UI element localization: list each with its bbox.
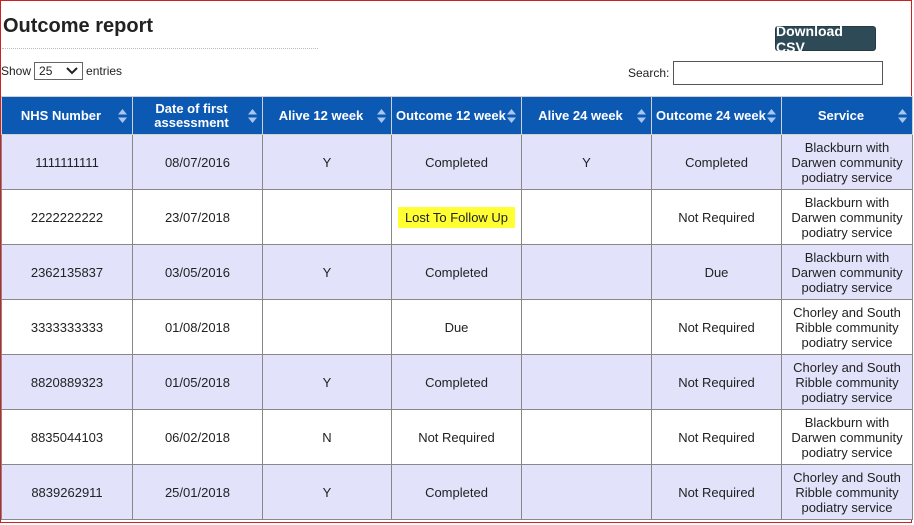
column-header-label: Alive 24 week	[538, 107, 623, 123]
cell-date: 08/07/2016	[132, 134, 263, 190]
sort-both-icon	[507, 108, 516, 123]
cell-outcome-24: Not Required	[651, 409, 782, 465]
download-csv-button[interactable]: Download CSV	[775, 23, 876, 55]
cell-alive-12: N	[262, 409, 392, 465]
column-header-alive-12-week[interactable]: Alive 12 week	[262, 96, 392, 135]
cell-alive-24	[521, 244, 652, 300]
table-row: 8820889323 01/05/2018 Y Completed Not Re…	[1, 354, 913, 410]
table-header-row: NHS Number Date of first assessment Aliv…	[1, 96, 913, 135]
cell-outcome-24: Due	[651, 244, 782, 300]
cell-date: 25/01/2018	[132, 464, 263, 520]
cell-nhs-number: 8835044103	[1, 409, 133, 465]
cell-service: Chorley and South Ribble community podia…	[781, 464, 913, 520]
column-header-label: Outcome 24 week	[656, 107, 766, 123]
page-title: Outcome report	[3, 15, 154, 37]
cell-service: Chorley and South Ribble community podia…	[781, 354, 913, 410]
cell-date: 01/05/2018	[132, 354, 263, 410]
cell-outcome-12: Completed	[391, 354, 522, 410]
column-header-nhs-number[interactable]: NHS Number	[1, 96, 133, 135]
entries-label: entries	[86, 64, 123, 78]
title-divider	[2, 48, 318, 49]
cell-outcome-12: Completed	[391, 134, 522, 190]
cell-outcome-24: Not Required	[651, 189, 782, 245]
column-header-label: Alive 12 week	[278, 107, 364, 123]
search-input[interactable]	[673, 61, 884, 85]
cell-outcome-12: Completed	[391, 464, 522, 520]
search-box: Search:	[628, 61, 884, 85]
column-header-label: Outcome 12 week	[396, 107, 506, 123]
cell-alive-24	[521, 299, 652, 355]
table-row: 2362135837 03/05/2016 Y Completed Due Bl…	[1, 244, 913, 300]
cell-alive-12: Y	[262, 134, 392, 190]
column-header-alive-24-week[interactable]: Alive 24 week	[521, 96, 652, 135]
sort-both-icon	[898, 108, 907, 123]
table-row: 3333333333 01/08/2018 Due Not Required C…	[1, 299, 913, 355]
sort-both-icon	[118, 108, 127, 123]
cell-outcome-24: Not Required	[651, 299, 782, 355]
chevron-down-icon	[66, 67, 78, 75]
column-header-label: NHS Number	[20, 107, 102, 123]
column-header-label: Date of first assessment	[154, 100, 229, 130]
cell-outcome-24: Not Required	[651, 354, 782, 410]
table-row: 1111111111 08/07/2016 Y Completed Y Comp…	[1, 134, 913, 190]
cell-nhs-number: 2362135837	[1, 244, 133, 300]
cell-alive-24	[521, 409, 652, 465]
cell-alive-24	[521, 189, 652, 245]
column-header-date-first-assessment[interactable]: Date of first assessment	[132, 96, 263, 135]
cell-alive-12: Y	[262, 464, 392, 520]
cell-outcome-24: Not Required	[651, 464, 782, 520]
cell-outcome-12: Due	[391, 299, 522, 355]
sort-both-icon	[637, 108, 646, 123]
length-menu: Show 25 entries	[1, 62, 122, 80]
cell-nhs-number: 1111111111	[1, 134, 133, 190]
cell-nhs-number: 8839262911	[1, 464, 133, 520]
table-row: 8835044103 06/02/2018 N Not Required Not…	[1, 409, 913, 465]
cell-service: Blackburn with Darwen community podiatry…	[781, 244, 913, 300]
column-header-outcome-24-week[interactable]: Outcome 24 week	[651, 96, 782, 135]
show-label: Show	[1, 64, 32, 78]
cell-alive-12: Y	[262, 244, 392, 300]
cell-date: 03/05/2016	[132, 244, 263, 300]
cell-alive-24: Y	[521, 134, 652, 190]
column-header-service[interactable]: Service	[781, 96, 913, 135]
cell-service: Blackburn with Darwen community podiatry…	[781, 409, 913, 465]
cell-outcome-24: Completed	[651, 134, 782, 190]
cell-service: Blackburn with Darwen community podiatry…	[781, 189, 913, 245]
sort-both-icon	[767, 108, 776, 123]
cell-nhs-number: 3333333333	[1, 299, 133, 355]
column-header-label: Service	[817, 107, 865, 123]
cell-outcome-12: Lost To Follow Up	[391, 189, 522, 245]
sort-both-icon	[248, 108, 257, 123]
cell-nhs-number: 2222222222	[1, 189, 133, 245]
cell-service: Blackburn with Darwen community podiatry…	[781, 134, 913, 190]
column-header-outcome-12-week[interactable]: Outcome 12 week	[391, 96, 522, 135]
highlighted-outcome: Lost To Follow Up	[397, 206, 516, 228]
cell-alive-12: Y	[262, 354, 392, 410]
cell-date: 01/08/2018	[132, 299, 263, 355]
cell-alive-12	[262, 189, 392, 245]
sort-both-icon	[377, 108, 386, 123]
cell-outcome-12: Completed	[391, 244, 522, 300]
cell-date: 06/02/2018	[132, 409, 263, 465]
cell-nhs-number: 8820889323	[1, 354, 133, 410]
outcome-table: NHS Number Date of first assessment Aliv…	[1, 96, 913, 520]
cell-date: 23/07/2018	[132, 189, 263, 245]
cell-alive-12	[262, 299, 392, 355]
entries-select-value: 25	[39, 64, 53, 78]
table-row: 8839262911 25/01/2018 Y Completed Not Re…	[1, 464, 913, 520]
entries-select[interactable]: 25	[34, 62, 84, 80]
cell-alive-24	[521, 354, 652, 410]
cell-outcome-12: Not Required	[391, 409, 522, 465]
cell-alive-24	[521, 464, 652, 520]
table-row: 2222222222 23/07/2018 Lost To Follow Up …	[1, 189, 913, 245]
search-label: Search:	[628, 66, 670, 80]
cell-service: Chorley and South Ribble community podia…	[781, 299, 913, 355]
